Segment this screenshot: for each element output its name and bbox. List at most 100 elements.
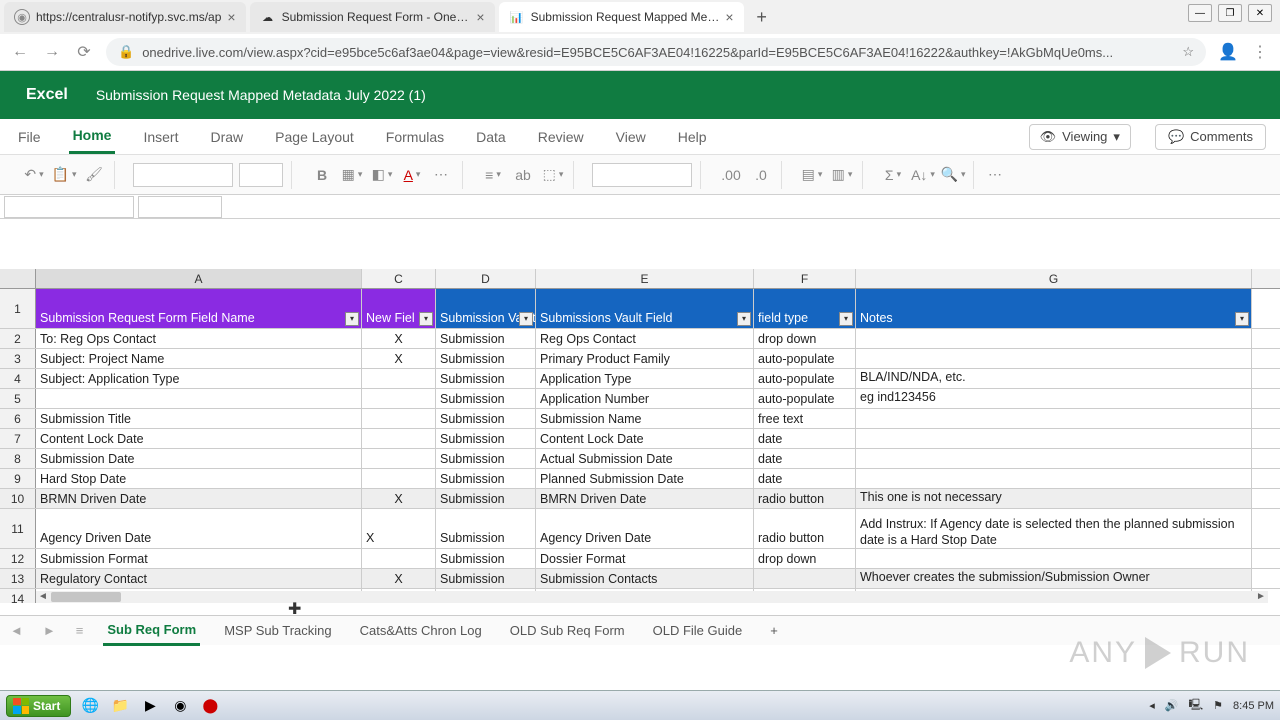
cell[interactable]: Submission: [436, 549, 536, 568]
taskbar-explorer-icon[interactable]: 📁: [109, 695, 131, 717]
row-header-10[interactable]: 10: [0, 489, 36, 508]
cell[interactable]: auto-populate: [754, 369, 856, 388]
cell[interactable]: Content Lock Date: [536, 429, 754, 448]
cell[interactable]: Reg Ops Contact: [536, 329, 754, 348]
cond-format[interactable]: ▤: [800, 163, 824, 187]
border-button[interactable]: ▦: [340, 163, 364, 187]
ribbon-tab-home[interactable]: Home: [69, 119, 116, 154]
wrap-text[interactable]: ab: [511, 163, 535, 187]
cell[interactable]: [856, 349, 1252, 368]
browser-tab-2[interactable]: 📊Submission Request Mapped Metada×: [499, 2, 744, 32]
row-header-3[interactable]: 3: [0, 349, 36, 368]
row-header-9[interactable]: 9: [0, 469, 36, 488]
cell[interactable]: X: [362, 329, 436, 348]
start-button[interactable]: Start: [6, 695, 71, 717]
cell[interactable]: drop down: [754, 329, 856, 348]
horizontal-scrollbar[interactable]: ◄►: [36, 591, 1268, 603]
fill-color[interactable]: ◧: [370, 163, 394, 187]
header-cell-B[interactable]: New Fiel▾: [362, 289, 436, 328]
cell[interactable]: Regulatory Contact: [36, 569, 362, 588]
row-header-13[interactable]: 13: [0, 569, 36, 588]
kebab-menu[interactable]: ⋮: [1250, 42, 1270, 62]
col-header-C[interactable]: D: [436, 269, 536, 288]
win-min[interactable]: —: [1188, 4, 1212, 22]
row-header-6[interactable]: 6: [0, 409, 36, 428]
cell[interactable]: BRMN Driven Date: [36, 489, 362, 508]
row-header-1[interactable]: 1: [0, 289, 36, 328]
font-color[interactable]: A: [400, 163, 424, 187]
taskbar-media-icon[interactable]: ▶: [139, 695, 161, 717]
more-font[interactable]: ⋯: [430, 163, 454, 187]
format-painter[interactable]: 🖌: [82, 163, 106, 187]
cell[interactable]: Agency Driven Date: [36, 509, 362, 548]
formula-bar[interactable]: [138, 196, 222, 218]
cell[interactable]: Whoever creates the submission/Submissio…: [856, 569, 1252, 588]
filter-icon[interactable]: ▾: [1235, 312, 1249, 326]
row-header-14[interactable]: 14: [0, 589, 36, 603]
cell[interactable]: Submission: [436, 429, 536, 448]
tray-flag-icon[interactable]: ⚑: [1213, 699, 1223, 712]
sheet-tab-old-file-guide[interactable]: OLD File Guide: [649, 617, 747, 644]
ribbon-tab-review[interactable]: Review: [534, 121, 588, 153]
address-bar[interactable]: 🔒 onedrive.live.com/view.aspx?cid=e95bce…: [106, 38, 1206, 66]
ribbon-tab-insert[interactable]: Insert: [139, 121, 182, 153]
font-size[interactable]: [239, 163, 283, 187]
sheet-nav-next[interactable]: ►: [43, 623, 56, 638]
cell[interactable]: X: [362, 349, 436, 368]
paste-button[interactable]: 📋: [52, 163, 76, 187]
taskbar-chrome-icon[interactable]: ◉: [169, 695, 191, 717]
ribbon-tab-formulas[interactable]: Formulas: [382, 121, 448, 153]
ribbon-tab-data[interactable]: Data: [472, 121, 510, 153]
cell[interactable]: Submission Contacts: [536, 569, 754, 588]
profile-icon[interactable]: 👤: [1218, 42, 1238, 62]
inc-decimal[interactable]: .00: [719, 163, 743, 187]
cell[interactable]: Submission: [436, 369, 536, 388]
cell[interactable]: eg ind123456: [856, 389, 1252, 408]
sheet-tab-cats-atts-chron-log[interactable]: Cats&Atts Chron Log: [356, 617, 486, 644]
col-header-F[interactable]: G: [856, 269, 1252, 288]
filter-icon[interactable]: ▾: [419, 312, 433, 326]
header-cell-F[interactable]: Notes▾: [856, 289, 1252, 328]
all-sheets[interactable]: ≡: [76, 623, 84, 638]
cell[interactable]: Subject: Application Type: [36, 369, 362, 388]
cell[interactable]: Submission: [436, 469, 536, 488]
cell[interactable]: Planned Submission Date: [536, 469, 754, 488]
cell[interactable]: Actual Submission Date: [536, 449, 754, 468]
find-button[interactable]: 🔍: [941, 163, 965, 187]
ribbon-tab-view[interactable]: View: [612, 121, 650, 153]
cell[interactable]: free text: [754, 409, 856, 428]
cell[interactable]: date: [754, 469, 856, 488]
filter-icon[interactable]: ▾: [519, 312, 533, 326]
taskbar-ie-icon[interactable]: 🌐: [79, 695, 101, 717]
row-header-2[interactable]: 2: [0, 329, 36, 348]
browser-tab-1[interactable]: ☁Submission Request Form - OneDriv×: [250, 2, 495, 32]
sheet-nav-prev[interactable]: ◄: [10, 623, 23, 638]
cell[interactable]: This one is not necessary: [856, 489, 1252, 508]
cell[interactable]: Agency Driven Date: [536, 509, 754, 548]
autosum[interactable]: Σ: [881, 163, 905, 187]
row-header-7[interactable]: 7: [0, 429, 36, 448]
ribbon-tab-file[interactable]: File: [14, 121, 45, 153]
table-format[interactable]: ▥: [830, 163, 854, 187]
select-all-corner[interactable]: [0, 269, 36, 288]
cell[interactable]: Subject: Project Name: [36, 349, 362, 368]
merge-button[interactable]: ⬚: [541, 163, 565, 187]
cell[interactable]: Submission: [436, 489, 536, 508]
col-header-B[interactable]: C: [362, 269, 436, 288]
undo-button[interactable]: ↶: [22, 163, 46, 187]
cell[interactable]: BMRN Driven Date: [536, 489, 754, 508]
ribbon-tab-page-layout[interactable]: Page Layout: [271, 121, 358, 153]
cell[interactable]: Submission: [436, 509, 536, 548]
close-icon[interactable]: ×: [476, 9, 484, 25]
cell[interactable]: auto-populate: [754, 389, 856, 408]
bold-button[interactable]: B: [310, 163, 334, 187]
cell[interactable]: Submission: [436, 409, 536, 428]
cell[interactable]: [856, 329, 1252, 348]
ribbon-tab-draw[interactable]: Draw: [206, 121, 247, 153]
cell[interactable]: date: [754, 429, 856, 448]
col-header-E[interactable]: F: [754, 269, 856, 288]
row-header-11[interactable]: 11: [0, 509, 36, 548]
cell[interactable]: Submission: [436, 449, 536, 468]
cell[interactable]: [856, 549, 1252, 568]
cell[interactable]: [362, 549, 436, 568]
